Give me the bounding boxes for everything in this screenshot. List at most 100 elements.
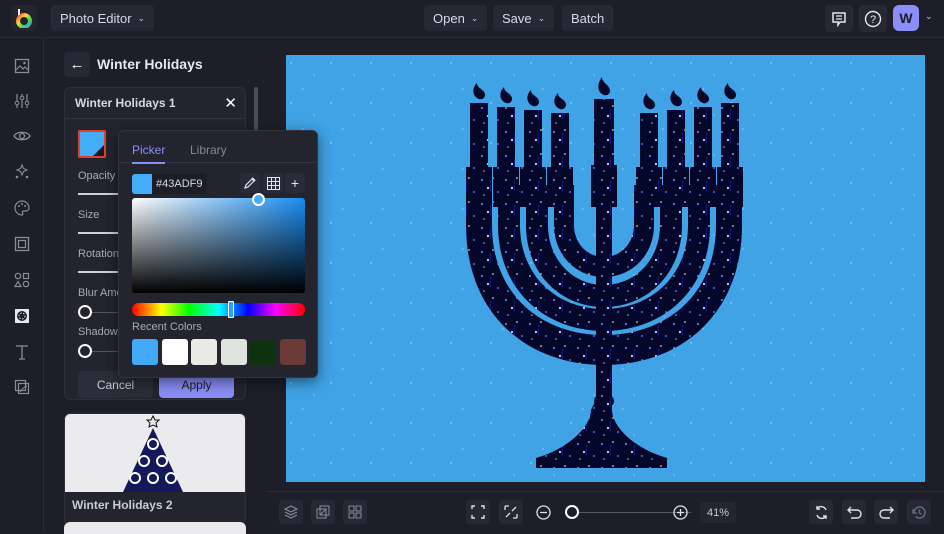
panel-title: Winter Holidays <box>97 56 203 72</box>
fit-to-screen-button[interactable] <box>466 500 490 524</box>
arrow-left-icon: ← <box>69 56 85 73</box>
recent-colors-label: Recent Colors <box>132 321 202 333</box>
card-title: Winter Holidays 1 <box>75 96 176 110</box>
close-icon[interactable]: ✕ <box>224 94 237 112</box>
redo-button[interactable] <box>874 500 898 524</box>
shadow-label: Shadow <box>78 326 118 338</box>
history-button[interactable] <box>907 500 931 524</box>
adjust-icon[interactable] <box>12 91 32 111</box>
picker-tabs: Picker Library <box>119 131 317 164</box>
undo-icon <box>846 506 862 519</box>
refresh-icon <box>815 505 827 519</box>
layers-button[interactable] <box>279 500 303 524</box>
resize-button[interactable] <box>311 500 335 524</box>
overlay-thumbnail[interactable]: Winter Holidays 2 <box>64 413 246 525</box>
expand-icon <box>471 505 485 519</box>
hex-input[interactable]: #43ADF9 <box>132 174 207 194</box>
graphics-icon[interactable] <box>12 377 32 397</box>
saturation-value-area[interactable] <box>132 198 305 293</box>
zoom-slider-handle[interactable] <box>565 505 579 519</box>
eye-icon[interactable] <box>12 126 32 146</box>
recent-color-swatch[interactable] <box>279 339 306 365</box>
batch-button[interactable]: Batch <box>562 5 614 31</box>
frame-icon[interactable] <box>12 234 32 254</box>
chevron-down-icon: ⌄ <box>537 12 546 23</box>
feedback-button[interactable] <box>825 5 853 32</box>
reset-button[interactable] <box>809 500 833 524</box>
resize-icon <box>316 505 330 519</box>
zoom-in-button[interactable] <box>668 500 692 524</box>
grid-view-button[interactable] <box>343 500 367 524</box>
recent-color-swatch[interactable] <box>161 339 188 365</box>
effects-icon[interactable] <box>12 162 32 182</box>
batch-label: Batch <box>571 10 605 26</box>
rotation-label: Rotation <box>78 248 119 260</box>
hue-slider-handle[interactable] <box>228 301 234 318</box>
history-icon <box>911 505 926 519</box>
grid-view-icon <box>348 505 362 519</box>
open-button[interactable]: Open ⌄ <box>424 5 488 31</box>
add-color-button[interactable]: + <box>285 173 305 193</box>
grid-icon <box>266 176 280 190</box>
overlay-thumbnail-next[interactable] <box>64 522 246 534</box>
size-label: Size <box>78 209 100 221</box>
saturation-value-handle[interactable] <box>252 193 265 206</box>
blur-label: Blur Amount <box>78 287 118 299</box>
avatar-initial: W <box>899 10 913 26</box>
color-picker-popover: Picker Library #43ADF9 + Recent Colors <box>118 130 318 378</box>
blur-slider-knob[interactable] <box>78 305 92 319</box>
chevron-down-icon: ⌄ <box>137 12 146 23</box>
save-button[interactable]: Save ⌄ <box>493 5 555 31</box>
top-bar: Photo Editor ⌄ Open ⌄ Save ⌄ Batch ? W ⌄ <box>0 0 944 38</box>
user-avatar[interactable]: W <box>893 5 919 31</box>
undo-button[interactable] <box>842 500 866 524</box>
recent-color-swatch[interactable] <box>250 339 276 365</box>
layers-icon <box>284 505 298 519</box>
open-label: Open <box>433 10 465 26</box>
back-button[interactable]: ← <box>64 52 90 77</box>
hue-slider[interactable] <box>132 303 305 316</box>
shrink-icon <box>504 505 518 519</box>
app-logo[interactable] <box>11 5 37 31</box>
redo-icon <box>878 506 894 519</box>
actual-size-button[interactable] <box>499 500 523 524</box>
recent-color-swatch[interactable] <box>220 339 247 365</box>
photo-canvas[interactable] <box>286 55 925 482</box>
text-icon[interactable] <box>12 342 32 362</box>
menorah-graphic <box>286 55 925 482</box>
image-icon[interactable] <box>12 56 32 76</box>
comment-icon <box>832 11 846 27</box>
tool-rail <box>0 39 44 530</box>
help-icon: ? <box>864 10 882 27</box>
tab-picker[interactable]: Picker <box>132 143 166 164</box>
plus-icon: + <box>290 175 300 191</box>
chevron-down-icon[interactable]: ⌄ <box>925 11 933 22</box>
swatch-grid-button[interactable] <box>263 173 283 193</box>
card-header: Winter Holidays 1 <box>65 88 245 119</box>
thumbnail-image <box>65 414 245 492</box>
eyedropper-button[interactable] <box>240 173 260 193</box>
shapes-icon[interactable] <box>12 270 32 290</box>
shadow-slider-knob[interactable] <box>78 344 92 358</box>
bottom-toolbar: 41% <box>266 491 944 530</box>
tab-library[interactable]: Library <box>190 143 227 157</box>
zoom-in-icon <box>672 504 688 520</box>
overlay-icon[interactable] <box>12 306 32 326</box>
canvas-area <box>266 39 944 491</box>
help-button[interactable]: ? <box>859 5 887 32</box>
svg-text:?: ? <box>870 14 876 26</box>
recent-color-swatch[interactable] <box>191 339 217 365</box>
logo-icon <box>16 9 32 28</box>
color-swatch-button[interactable] <box>78 130 106 158</box>
palette-icon[interactable] <box>12 198 32 218</box>
eyedropper-icon <box>244 177 256 189</box>
chevron-down-icon: ⌄ <box>470 12 479 23</box>
current-color-preview <box>132 174 152 194</box>
zoom-percentage[interactable]: 41% <box>700 502 736 523</box>
recent-color-swatch[interactable] <box>132 339 158 365</box>
zoom-out-icon <box>535 504 551 520</box>
app-menu-button[interactable]: Photo Editor ⌄ <box>51 5 155 31</box>
zoom-out-button[interactable] <box>531 500 555 524</box>
hex-value: #43ADF9 <box>156 178 203 190</box>
thumbnail-label: Winter Holidays 2 <box>72 498 173 512</box>
